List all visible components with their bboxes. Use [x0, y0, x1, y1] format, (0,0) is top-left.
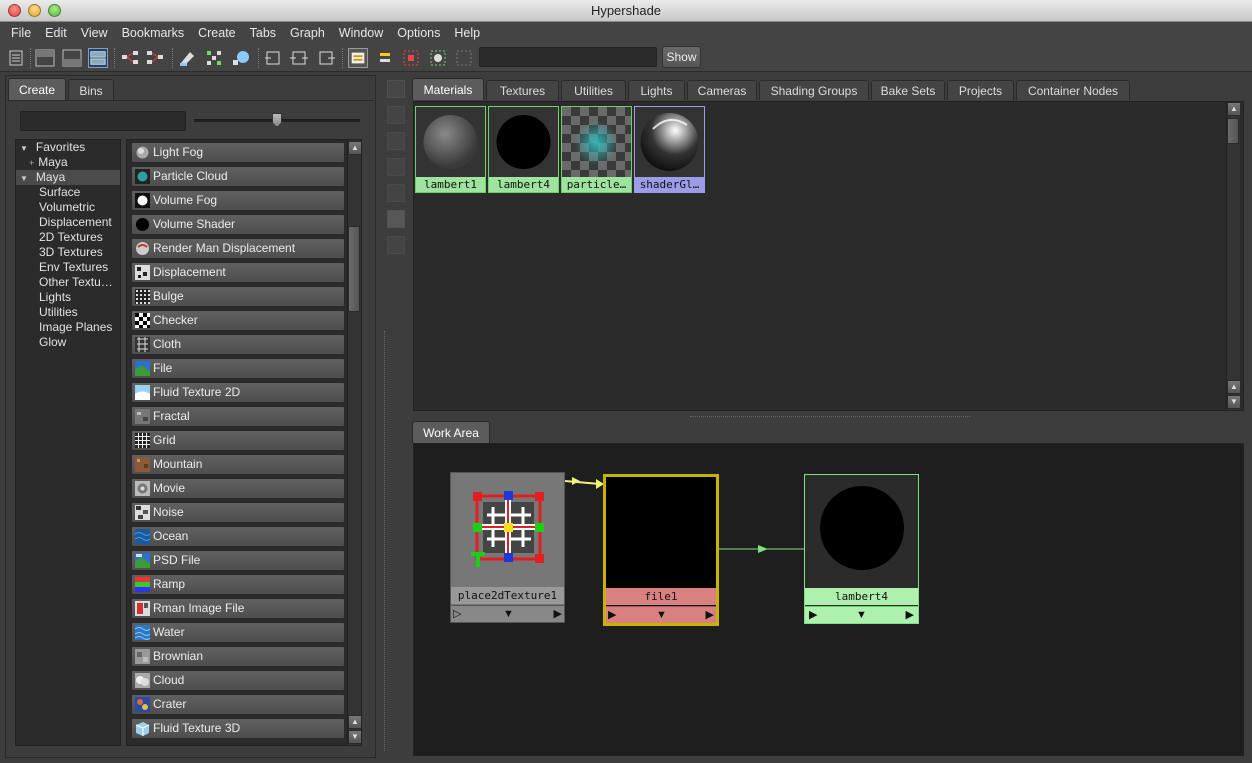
arrow-head-icon — [758, 545, 768, 553]
node-file1[interactable]: file1 ▶ ▼ ▶ — [603, 474, 719, 626]
black-sphere-preview — [820, 486, 904, 570]
input-port-icon[interactable]: ▷ — [453, 607, 461, 621]
input-port-icon[interactable]: ▶ — [608, 608, 616, 622]
output-port-icon[interactable]: ▶ — [706, 608, 714, 622]
node-place2dtexture1[interactable]: place2dTexture1 ▷ ▼ ▶ — [450, 472, 565, 623]
node-label: lambert4 — [805, 588, 918, 605]
node-label: file1 — [606, 588, 716, 605]
node-connections — [564, 477, 804, 553]
node-lambert4[interactable]: lambert4 ▶ ▼ ▶ — [804, 474, 919, 624]
connection-place2d-to-file — [564, 480, 601, 485]
arrow-head-icon — [572, 477, 580, 485]
input-port-icon[interactable]: ▶ — [809, 608, 817, 622]
node-label: place2dTexture1 — [451, 587, 564, 604]
output-port-icon[interactable]: ▶ — [554, 607, 562, 621]
dropdown-arrow-icon[interactable]: ▼ — [503, 607, 514, 621]
output-port-icon[interactable]: ▶ — [906, 608, 914, 622]
node-ports: ▷ ▼ ▶ — [451, 605, 564, 622]
dropdown-arrow-icon[interactable]: ▼ — [856, 608, 867, 622]
dropdown-arrow-icon[interactable]: ▼ — [656, 608, 667, 622]
node-ports: ▶ ▼ ▶ — [606, 606, 716, 623]
node-ports: ▶ ▼ ▶ — [805, 606, 918, 623]
place2d-texture-icon — [471, 491, 544, 567]
